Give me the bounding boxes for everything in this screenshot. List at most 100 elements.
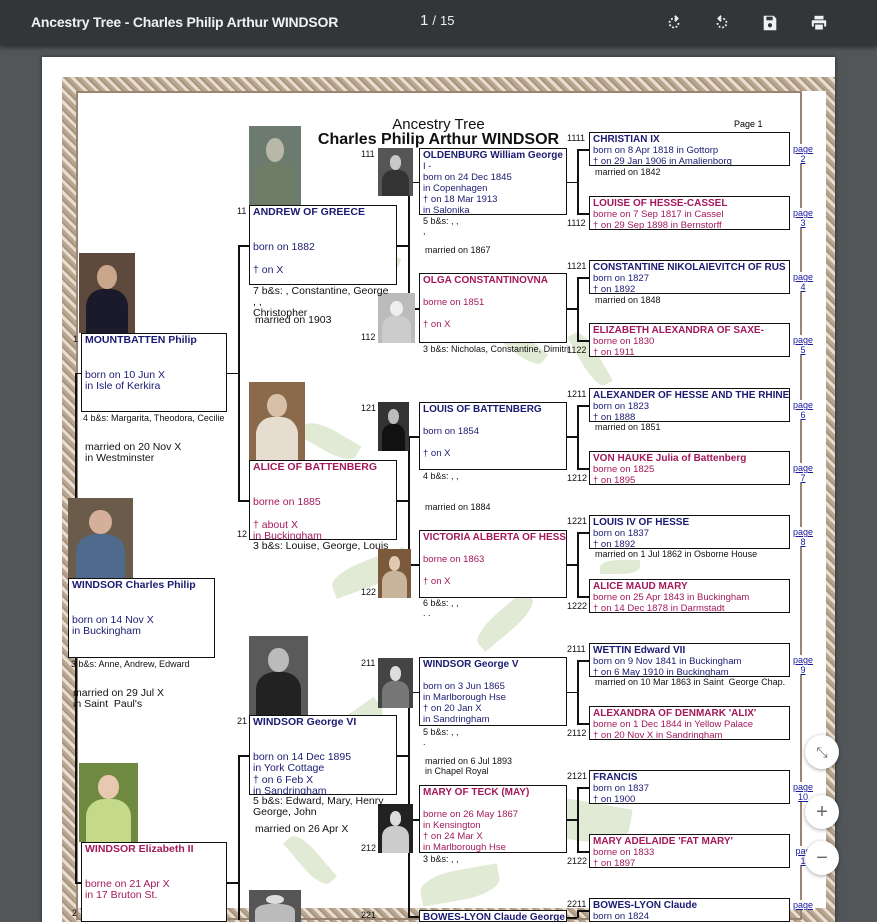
page-link[interactable]: page 2 [791,144,815,164]
person-box-2111[interactable]: WETTIN Edward VII born on 9 Nov 1841 in B… [589,643,790,677]
family-note: 4 b&s: , , [423,471,459,481]
page-link-text: page [792,400,814,410]
person-detail: born on 24 Dec 1845 [423,172,512,183]
portrait-body [382,169,409,196]
page-link[interactable]: page [791,900,815,910]
person-detail: born on 3 Jun 1865 [423,681,505,692]
person-box-221[interactable]: BOWES-LYON Claude George [419,910,567,922]
person-box-111[interactable]: OLDENBURG William George I - born on 24 De… [419,148,567,215]
family-note: 4 b&s: Margarita, Theodora, Cecilie [83,413,225,423]
person-box-1[interactable]: MOUNTBATTEN Philip born on 10 Jun Xin Is… [81,333,227,412]
person-box-2211[interactable]: BOWES-LYON Claude born on 1824 [589,898,790,922]
print-button[interactable] [807,11,831,35]
ahnentafel-number: 21 [237,716,248,726]
pdf-toolbar: Ancestry Tree - Charles Philip Arthur WI… [0,0,877,46]
portrait-photo [378,658,413,708]
portrait-body [85,289,129,333]
person-box-2[interactable]: WINDSOR Elizabeth II borne on 21 Apr Xin… [81,842,227,922]
page-link[interactable]: page 5 [791,335,815,355]
family-note: married on 1848 [595,295,661,305]
person-detail: † on 20 Nov X in Sandringham [593,730,723,740]
rotate-counterclockwise-button[interactable] [710,11,734,35]
person-box-root[interactable]: WINDSOR Charles Philip born on 14 Nov Xi… [68,578,215,658]
person-name: WINDSOR George V [423,659,519,670]
portrait-body [255,161,295,205]
portrait-photo [249,636,308,715]
person-box-211[interactable]: WINDSOR George V born on 3 Jun 1865 in Ma… [419,657,567,726]
ahnentafel-number: 1211 [567,389,587,399]
page-link[interactable]: page 3 [791,208,815,228]
page-separator: / [432,13,436,28]
person-box-1212[interactable]: VON HAUKE Julia of Battenberg borne on 18… [589,451,790,485]
rotate-counterclockwise-icon [716,15,728,29]
person-detail: † on 18 Mar 1913 [423,194,498,205]
person-box-2122[interactable]: MARY ADELAIDE 'FAT MARY' borne on 1833 † o… [589,834,790,868]
person-detail [253,740,393,752]
total-pages: 15 [439,13,455,28]
person-box-1111[interactable]: CHRISTIAN IX born on 8 Apr 1818 in Gottor… [589,132,790,166]
person-detail: † on X [253,263,284,276]
zoom-out-button[interactable]: − [805,841,839,875]
fit-page-button[interactable]: ⤡ [805,735,839,769]
person-detail: in Kensington [423,820,481,831]
person-detail [253,485,393,497]
page-link-text: page [792,335,814,345]
person-detail: in Sandringham [253,785,327,795]
person-box-112[interactable]: OLGA CONSTANTINOVNA borne on 1851 † on X [419,273,567,343]
download-button[interactable] [758,11,782,35]
person-detail: in Buckingham [253,530,322,540]
person-detail: in Marlborough Hse [423,692,506,703]
person-box-11[interactable]: ANDREW OF GREECE born on 1882 † on X [249,205,397,285]
person-box-212[interactable]: MARY OF TECK (MAY) borne on 26 May 1867 i… [419,785,567,853]
family-note: 6 b&s: , , . . [423,598,459,618]
connector-line [238,755,249,757]
person-detail: † on 6 May 1910 in Buckingham [593,667,729,677]
connector-line [577,149,579,213]
page-link[interactable]: page 7 [791,463,815,483]
page-link[interactable]: page 9 [791,655,815,675]
person-box-1222[interactable]: ALICE MAUD MARY borne on 25 Apr 1843 in B… [589,579,790,613]
connector-line [397,500,408,502]
person-detail: borne on 1825 [593,464,655,475]
person-box-2112[interactable]: ALEXANDRA OF DENMARK 'ALIX' borne on 1 De… [589,706,790,740]
rotate-clockwise-button[interactable] [662,11,686,35]
person-name: ALICE MAUD MARY [593,581,688,592]
current-page-input[interactable]: 1 [420,12,428,29]
person-detail: † on 29 Jan 1906 in Amalienborg [593,156,732,166]
person-box-1112[interactable]: LOUISE OF HESSE-CASSEL borne on 7 Sep 181… [589,196,790,230]
page-link-text: page [792,527,814,537]
person-detail: † on 1892 [593,539,636,549]
portrait-head [389,811,402,827]
page-link[interactable]: page 6 [791,400,815,420]
person-box-1122[interactable]: ELIZABETH ALEXANDRA OF SAXE-borne on 183… [589,323,790,357]
person-box-1211[interactable]: ALEXANDER OF HESSE AND THE RHINE born on … [589,388,790,422]
connector-line [567,436,577,438]
portrait-body [86,798,131,842]
person-box-2121[interactable]: FRANCIS born on 1837 † on 1900 [589,770,790,804]
person-detail: † on 1895 [593,475,636,485]
family-note: married on 10 Mar 1863 in Saint George C… [595,677,786,687]
person-box-122[interactable]: VICTORIA ALBERTA OF HESSE borne on 1863 … [419,530,567,598]
connector-line [577,468,589,470]
print-icon [811,15,827,31]
page-link[interactable]: page 4 [791,272,815,292]
person-detail: borne on 1885 [253,495,321,508]
person-box-1121[interactable]: CONSTANTINE NIKOLAIEVITCH OF RUS born on … [589,260,790,294]
person-box-1221[interactable]: LOUIS IV OF HESSE born on 1837 † on 1892 [589,515,790,549]
person-detail [423,308,563,319]
person-detail: borne on 1851 [423,297,485,308]
person-box-12[interactable]: ALICE OF BATTENBERG borne on 1885 † abou… [249,460,397,540]
portrait-head [97,265,117,289]
connector-line [577,910,589,912]
portrait-body [255,417,299,460]
ahnentafel-number: 2211 [567,899,587,909]
ahnentafel-number: 2112 [567,728,587,738]
page-link[interactable]: page 8 [791,527,815,547]
person-detail [253,230,393,242]
ahnentafel-number: 212 [361,843,377,853]
person-box-121[interactable]: LOUIS OF BATTENBERG born on 1854 † on X [419,402,567,470]
person-detail: in Marlborough Hse [423,842,506,853]
person-box-21[interactable]: WINDSOR George VI born on 14 Dec 1895 in … [249,715,397,795]
page-link-text: page [792,655,814,665]
zoom-in-button[interactable]: + [805,795,839,829]
